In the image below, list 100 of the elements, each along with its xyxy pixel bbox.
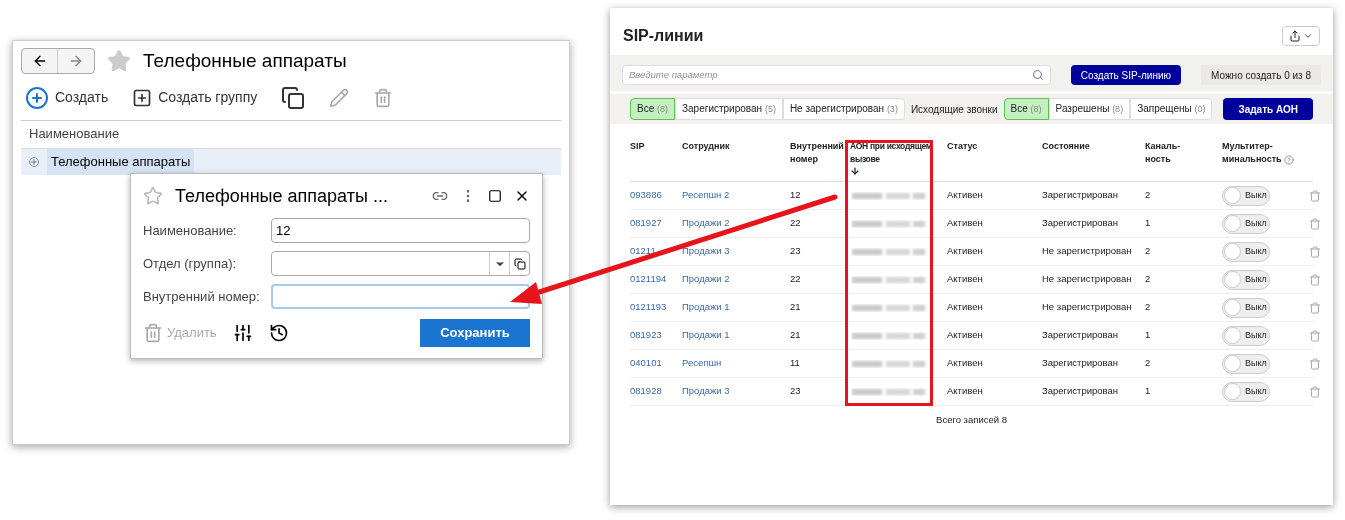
table-cell-text: Активен — [947, 384, 984, 399]
field-label: Наименование: — [143, 221, 238, 240]
delete-button[interactable] — [1309, 329, 1321, 342]
toggle-switch[interactable]: Выкл — [1222, 353, 1270, 374]
filter-label: Исходящие звонки — [910, 102, 998, 117]
field-label: Внутренний номер: — [143, 287, 261, 306]
employee-link[interactable]: Продажи 2 — [682, 272, 790, 287]
filter-chip[interactable]: Запрещены (0) — [1130, 98, 1213, 120]
column-header: Сотрудник — [682, 140, 731, 153]
field-label: Отдел (группа): — [143, 254, 238, 273]
column-header: Внутренний номер — [790, 140, 845, 166]
employee-link[interactable]: Продажи 2 — [682, 216, 790, 231]
export-button[interactable] — [1282, 25, 1320, 46]
create-group-button[interactable]: Создать группу — [132, 87, 258, 108]
table-cell-text: 2 — [1145, 300, 1152, 315]
table-cell-text: Зарегистрирован — [1042, 328, 1120, 343]
filter-chip[interactable]: Разрешены (8) — [1048, 98, 1131, 120]
table-cell-text: Зарегистрирован — [1042, 216, 1120, 231]
edit-button[interactable] — [329, 87, 350, 108]
table-cell-text: 11 — [790, 356, 801, 371]
table-cell-text: Активен — [947, 300, 984, 315]
table-cell-text: Активен — [947, 244, 984, 259]
column-header: АОН при исходящем вызове — [846, 140, 947, 176]
set-aon-button[interactable]: Задать АОН — [1223, 98, 1313, 120]
table-cell-text: Не зарегистрирован — [1042, 300, 1133, 315]
table-cell-text: 1 — [1145, 216, 1152, 231]
table-cell-text: 23 — [790, 384, 802, 399]
delete-button[interactable] — [1309, 357, 1321, 370]
sort-icon — [850, 166, 860, 176]
sip-link[interactable]: 0121193 — [630, 300, 682, 315]
toggle-switch[interactable]: Выкл — [1222, 213, 1270, 234]
favorite-button[interactable] — [107, 49, 131, 74]
sip-link[interactable]: 081928 — [630, 384, 682, 399]
table-cell-text: 1 — [1145, 328, 1152, 343]
employee-link[interactable]: Продажи 3 — [682, 384, 790, 399]
history-button[interactable] — [268, 323, 289, 343]
filter-chip[interactable]: Зарегистрирован (5) — [675, 98, 783, 120]
tree-item[interactable]: Телефонные аппараты — [47, 148, 195, 175]
sip-link[interactable]: 01211 — [630, 244, 682, 259]
delete-button[interactable] — [1309, 273, 1321, 286]
create-sip-button[interactable]: Создать SIP-линию — [1070, 65, 1182, 85]
column-header: Каналь- ность — [1145, 140, 1182, 166]
employee-link[interactable]: Ресепшн 2 — [682, 188, 790, 203]
column-header: Наименование — [21, 120, 561, 149]
window-title: Телефонные аппараты — [143, 49, 347, 73]
text-field[interactable]: 12 — [271, 218, 530, 243]
sip-link[interactable]: 0121194 — [630, 272, 682, 287]
toggle-switch[interactable]: Выкл — [1222, 381, 1270, 402]
limit-note: Можно создать 0 из 8 — [1201, 65, 1321, 85]
toggle-switch[interactable]: Выкл — [1222, 269, 1270, 290]
table-cell-text: 2 — [1145, 272, 1152, 287]
toggle-switch[interactable]: Выкл — [1222, 185, 1270, 206]
delete-button[interactable] — [1309, 217, 1321, 230]
search-field[interactable]: Введите параметр — [622, 65, 1051, 85]
employee-link[interactable]: Ресепшн — [682, 356, 790, 371]
page-title: SIP-линии — [623, 25, 704, 46]
table-cell-text: Не зарегистрирован — [1042, 272, 1133, 287]
employee-link[interactable]: Продажи 1 — [682, 328, 790, 343]
open-icon — [513, 257, 526, 270]
dialog-title: Телефонные аппараты ... — [175, 184, 389, 208]
delete-button[interactable] — [1309, 385, 1321, 398]
filter-chip[interactable]: Не зарегистрирован (3) — [782, 98, 905, 120]
toggle-switch[interactable]: Выкл — [1222, 241, 1270, 262]
table-cell-text: Зарегистрирован — [1042, 384, 1120, 399]
plus-square-icon — [132, 87, 153, 108]
maximize-button[interactable] — [488, 189, 502, 203]
table-cell-text: Активен — [947, 328, 984, 343]
toggle-switch[interactable]: Выкл — [1222, 297, 1270, 318]
delete-button[interactable] — [373, 87, 394, 108]
delete-button[interactable] — [1309, 301, 1321, 314]
delete-button[interactable] — [1309, 189, 1321, 202]
filter-chip[interactable]: Все (8) — [1003, 98, 1049, 120]
sip-link[interactable]: 040101 — [630, 356, 682, 371]
sip-link[interactable]: 093886 — [630, 188, 682, 203]
toggle-switch[interactable]: Выкл — [1222, 325, 1270, 346]
column-header: Статус — [947, 140, 979, 153]
table-cell-text: 12 — [790, 188, 802, 203]
search-input[interactable]: Введите параметр — [629, 67, 1032, 83]
column-header: SIP — [630, 140, 646, 153]
save-button[interactable]: Сохранить — [420, 319, 530, 347]
copy-button[interactable] — [281, 85, 306, 110]
expand-icon — [29, 156, 39, 167]
employee-link[interactable]: Продажи 3 — [682, 244, 790, 259]
sip-link[interactable]: 081927 — [630, 216, 682, 231]
settings-button[interactable] — [232, 323, 253, 343]
filter-chip[interactable]: Все (8) — [630, 98, 675, 120]
table-cell-text: 22 — [790, 272, 802, 287]
employee-link[interactable]: Продажи 1 — [682, 300, 790, 315]
group-select[interactable] — [271, 251, 530, 276]
column-header: Мультитер- минальность — [1222, 140, 1300, 166]
create-button[interactable]: Создать — [25, 85, 109, 110]
sip-link[interactable]: 081923 — [630, 328, 682, 343]
table-cell-text: Не зарегистрирован — [1042, 244, 1133, 259]
table-cell-text: 2 — [1145, 188, 1152, 203]
star-icon — [143, 186, 163, 206]
record-count: Всего записей 8 — [935, 413, 1008, 427]
text-field[interactable] — [271, 284, 530, 309]
table-cell-text: 2 — [1145, 356, 1152, 371]
delete-button[interactable] — [1309, 245, 1321, 258]
search-icon — [1031, 69, 1044, 81]
